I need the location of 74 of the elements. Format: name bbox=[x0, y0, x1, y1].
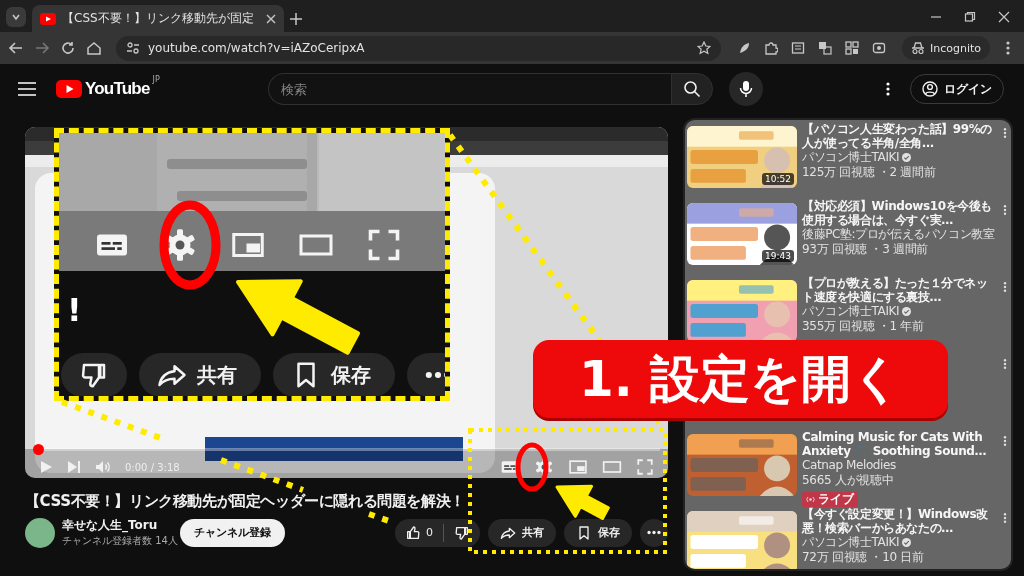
subscribe-button[interactable]: チャンネル登録 bbox=[180, 518, 285, 547]
channel-name[interactable]: 幸せな人生_Toru bbox=[62, 517, 180, 534]
microphone-icon bbox=[739, 80, 753, 98]
menu-icon[interactable] bbox=[18, 82, 36, 96]
video-meta: 72万 回視聴 ・10 日前 bbox=[802, 550, 925, 565]
live-badge: ライブ bbox=[802, 492, 858, 507]
more-icon bbox=[647, 530, 661, 535]
search-button[interactable] bbox=[671, 73, 713, 105]
play-logo-icon bbox=[56, 80, 82, 98]
home-icon[interactable] bbox=[86, 40, 102, 56]
browser-tab[interactable]: 【CSS不要！】リンク移動先が固定 bbox=[32, 5, 284, 32]
channel-name[interactable]: パソコン博士TAIKI bbox=[802, 150, 900, 165]
channel-avatar[interactable] bbox=[25, 517, 55, 548]
restore-icon[interactable] bbox=[964, 11, 976, 23]
share-button[interactable]: 共有 bbox=[139, 353, 261, 396]
step-label: 1. 設定を開く bbox=[533, 340, 948, 418]
incognito-button[interactable]: Incognito bbox=[901, 36, 990, 60]
tab-title: 【CSS不要！】リンク移動先が固定 bbox=[62, 10, 255, 27]
back-icon[interactable] bbox=[8, 40, 24, 56]
title-fragment: ! bbox=[67, 291, 82, 329]
close-icon[interactable] bbox=[266, 13, 276, 24]
search-field[interactable]: 検索 bbox=[268, 73, 671, 105]
grid-icon[interactable] bbox=[844, 41, 859, 55]
address-bar[interactable]: youtube.com/watch?v=iAZoCeripxA bbox=[116, 35, 721, 61]
incognito-icon bbox=[910, 42, 925, 54]
thumbs-down-icon bbox=[454, 524, 470, 541]
tune-icon bbox=[126, 41, 140, 55]
tab-search-button[interactable] bbox=[6, 7, 26, 27]
caret-icon bbox=[11, 12, 21, 22]
fullscreen-icon bbox=[366, 227, 402, 263]
video-title[interactable]: 【プロが教える】たった１分でネット速度を快適にする裏技… bbox=[802, 276, 994, 304]
video-duration: 19:43 bbox=[762, 250, 794, 262]
arrow bbox=[554, 483, 611, 521]
video-meta: 5665 人が視聴中 bbox=[802, 473, 895, 488]
channel-name[interactable]: 後藤PC塾:プロが伝えるパソコン教室 bbox=[802, 227, 995, 242]
video-title[interactable]: 【対応必須】Windows10を今後も使用する場合は、今すぐ実… bbox=[802, 199, 994, 227]
save-button[interactable]: 保存 bbox=[273, 353, 395, 396]
video-title[interactable]: Calming Music for Cats With Anxiety 🎵 Soothing Sound… bbox=[802, 430, 994, 458]
new-tab-icon[interactable] bbox=[290, 13, 302, 25]
highlight-circle bbox=[515, 442, 549, 492]
save-button[interactable]: 保存 bbox=[564, 518, 632, 547]
more-icon bbox=[425, 371, 445, 379]
search-icon bbox=[683, 80, 701, 98]
video-title[interactable]: 【パソコン人生変わった話】99%の人が使ってる半角/全角… bbox=[802, 122, 994, 150]
video-meta: 93万 回視聴 ・3 週間前 bbox=[802, 242, 930, 257]
video-title: 【CSS不要！】リンク移動先が固定ヘッダーに隠れる問題を解決！ bbox=[25, 492, 465, 511]
screenshot-icon[interactable] bbox=[871, 41, 886, 55]
share-button[interactable]: 共有 bbox=[488, 518, 556, 547]
channel-name[interactable]: Catnap Melodies bbox=[802, 458, 896, 473]
close-icon[interactable] bbox=[998, 11, 1010, 23]
video-duration: 10:52 bbox=[762, 173, 794, 185]
translate-icon[interactable] bbox=[817, 41, 832, 55]
url-text: youtube.com/watch?v=iAZoCeripxA bbox=[148, 41, 366, 55]
reload-icon[interactable] bbox=[60, 40, 76, 56]
dislike-button[interactable] bbox=[61, 353, 127, 396]
youtube-icon bbox=[40, 12, 56, 25]
video-meta: 125万 回視聴 ・2 週間前 bbox=[802, 165, 937, 180]
progress-handle[interactable] bbox=[33, 444, 44, 455]
settings-icon[interactable] bbox=[534, 457, 554, 477]
more-button[interactable] bbox=[640, 518, 668, 547]
live-icon bbox=[806, 496, 815, 503]
video-title[interactable]: 【今すぐ設定変更！】Windows改悪！検索バーからあなたの… bbox=[802, 507, 994, 535]
channel-name[interactable]: パソコン博士TAIKI bbox=[802, 304, 900, 319]
channel-name[interactable]: パソコン博士TAIKI bbox=[802, 535, 900, 550]
star-icon[interactable] bbox=[696, 41, 711, 55]
puzzle-icon[interactable] bbox=[763, 41, 778, 55]
thumbs-up-icon bbox=[405, 524, 421, 541]
voice-search-button[interactable] bbox=[729, 72, 763, 106]
subscriber-count: チャンネル登録者数 14人 bbox=[62, 534, 179, 548]
bookmark-icon bbox=[576, 524, 592, 541]
video-meta: 355万 回視聴 ・1 年前 bbox=[802, 319, 925, 334]
forward-icon[interactable] bbox=[34, 40, 50, 56]
person-icon bbox=[922, 81, 938, 97]
reading-list-icon[interactable] bbox=[790, 41, 805, 55]
